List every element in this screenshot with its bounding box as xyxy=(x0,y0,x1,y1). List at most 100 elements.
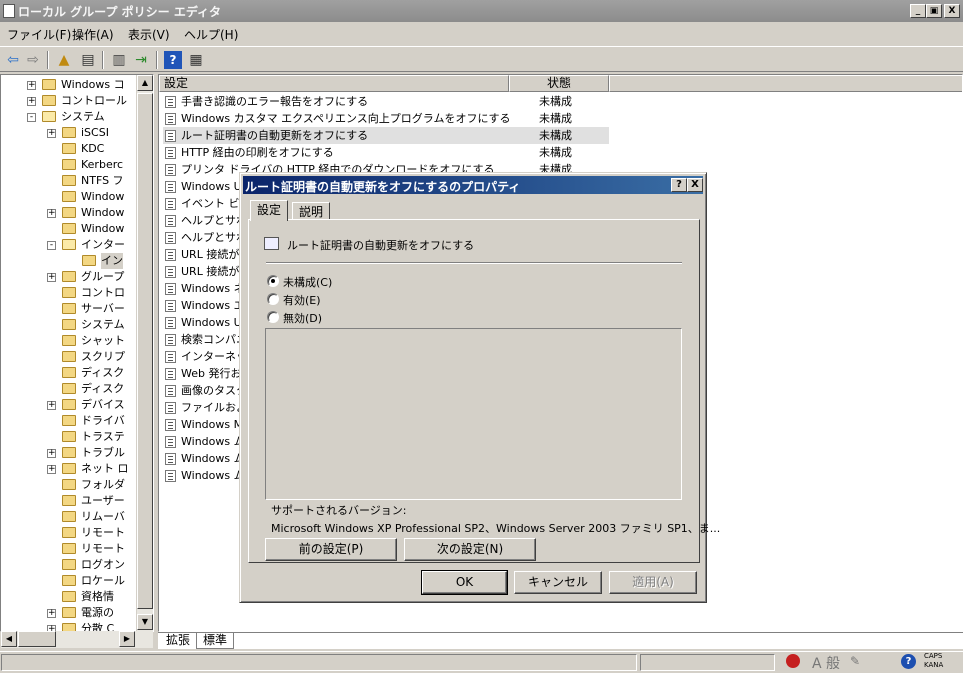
expand-icon[interactable]: + xyxy=(27,97,36,106)
tree-item[interactable]: イン xyxy=(1,253,141,269)
radio-disabled[interactable] xyxy=(267,311,279,323)
radio-not-configured-label[interactable]: 未構成(C) xyxy=(283,274,332,290)
collapse-icon[interactable]: - xyxy=(47,241,56,250)
minimize-button[interactable]: _ xyxy=(910,4,926,18)
tree-item[interactable]: + Window xyxy=(1,205,141,221)
window-title-bar[interactable]: ローカル グループ ポリシー エディタ _ ▣ X xyxy=(0,0,963,22)
next-setting-button[interactable]: 次の設定(N) xyxy=(404,538,536,561)
column-header-setting[interactable]: 設定 xyxy=(159,75,509,92)
scroll-thumb[interactable] xyxy=(137,93,153,609)
expand-icon[interactable]: + xyxy=(47,273,56,282)
scroll-left-icon[interactable]: ◀ xyxy=(1,631,17,647)
column-header-state[interactable]: 状態 xyxy=(509,75,609,92)
tree-item[interactable]: トラステ xyxy=(1,429,141,445)
expand-icon[interactable]: + xyxy=(47,465,56,474)
menu-file[interactable]: ファイル(F) xyxy=(7,26,71,43)
export-icon[interactable]: ⇥ xyxy=(132,51,150,69)
tab-extended[interactable]: 拡張 xyxy=(160,633,196,649)
show-hide-tree-icon[interactable]: ▤ xyxy=(79,51,97,69)
dialog-help-button[interactable]: ? xyxy=(671,178,687,192)
expand-icon[interactable]: + xyxy=(47,609,56,618)
radio-not-configured[interactable] xyxy=(267,275,279,287)
tree-item[interactable]: リモート xyxy=(1,525,141,541)
tree-item[interactable]: + iSCSI xyxy=(1,125,141,141)
tree-pane[interactable]: + Windows コ + コントロール - システム + iSCSI KDC Kerberc NT… xyxy=(0,74,154,632)
tree-item[interactable]: リモート xyxy=(1,541,141,557)
tab-settings[interactable]: 設定 xyxy=(250,200,289,221)
ok-button[interactable]: OK xyxy=(421,570,508,595)
restore-button[interactable]: ▣ xyxy=(926,4,942,18)
tree-vertical-scrollbar[interactable]: ▲ ▼ xyxy=(136,75,153,631)
scroll-down-icon[interactable]: ▼ xyxy=(137,614,153,630)
list-item[interactable]: HTTP 経由の印刷をオフにする 未構成 xyxy=(163,144,763,161)
menu-view[interactable]: 表示(V) xyxy=(128,26,170,43)
tree-item[interactable]: + ネット ロ xyxy=(1,461,141,477)
tree-item[interactable]: ログオン xyxy=(1,557,141,573)
tree-item[interactable]: Window xyxy=(1,189,141,205)
tree-item[interactable]: + コントロール xyxy=(1,93,141,109)
tab-standard[interactable]: 標準 xyxy=(196,633,235,649)
dialog-close-button[interactable]: X xyxy=(687,178,703,192)
radio-enabled[interactable] xyxy=(267,293,279,305)
tree-item[interactable]: フォルダ xyxy=(1,477,141,493)
scroll-up-icon[interactable]: ▲ xyxy=(137,75,153,91)
help-icon[interactable]: ? xyxy=(164,51,182,69)
tree-item[interactable]: - インター xyxy=(1,237,141,253)
tree-item[interactable]: リムーバ xyxy=(1,509,141,525)
cancel-button[interactable]: キャンセル xyxy=(514,571,602,594)
apply-button[interactable]: 適用(A) xyxy=(609,571,697,594)
tree-item[interactable]: サーバー xyxy=(1,301,141,317)
tree-item[interactable]: システム xyxy=(1,317,141,333)
tree-item[interactable]: Window xyxy=(1,221,141,237)
tree-item[interactable]: ロケール xyxy=(1,573,141,589)
collapse-icon[interactable]: - xyxy=(27,113,36,122)
tree-item[interactable]: + トラブル xyxy=(1,445,141,461)
scroll-thumb[interactable] xyxy=(18,631,56,647)
menu-action[interactable]: 操作(A) xyxy=(72,26,114,43)
expand-icon[interactable]: + xyxy=(27,81,36,90)
tree-item[interactable]: スクリプ xyxy=(1,349,141,365)
tree-item[interactable]: - システム xyxy=(1,109,141,125)
scroll-right-icon[interactable]: ▶ xyxy=(119,631,135,647)
properties-icon[interactable]: ▥ xyxy=(110,51,128,69)
tree-item[interactable]: ディスク xyxy=(1,365,141,381)
dialog-title-bar[interactable]: ルート証明書の自動更新をオフにするのプロパティ ? X xyxy=(243,176,703,194)
policy-setting-icon xyxy=(165,181,176,193)
tree-item[interactable]: + デバイス xyxy=(1,397,141,413)
list-item[interactable]: ルート証明書の自動更新をオフにする 未構成 xyxy=(163,127,609,144)
radio-disabled-label[interactable]: 無効(D) xyxy=(283,310,322,326)
list-item[interactable]: Windows カスタマ エクスペリエンス向上プログラムをオフにする 未構成 xyxy=(163,110,763,127)
ime-icon[interactable] xyxy=(786,654,800,668)
view-icon[interactable]: ▦ xyxy=(187,51,205,69)
tree-item[interactable]: シャット xyxy=(1,333,141,349)
tree-item[interactable]: KDC xyxy=(1,141,141,157)
ime-settings-icon[interactable]: ✎ xyxy=(850,654,860,668)
expand-icon[interactable]: + xyxy=(47,401,56,410)
tree-item[interactable]: コントロ xyxy=(1,285,141,301)
tree-item[interactable]: ドライバ xyxy=(1,413,141,429)
back-icon[interactable]: ⇦ xyxy=(4,51,22,69)
up-folder-icon[interactable]: ▲ xyxy=(55,51,73,69)
help-icon[interactable]: ? xyxy=(901,654,916,669)
list-item[interactable]: 手書き認識のエラー報告をオフにする 未構成 xyxy=(163,93,763,110)
tree-horizontal-scrollbar[interactable]: ◀ ▶ xyxy=(1,631,153,648)
expand-icon[interactable]: + xyxy=(47,209,56,218)
close-button[interactable]: X xyxy=(944,4,960,18)
tree-item[interactable]: ディスク xyxy=(1,381,141,397)
menu-help[interactable]: ヘルプ(H) xyxy=(184,26,238,43)
tree-item-label: 資格情 xyxy=(81,590,114,603)
expand-icon[interactable]: + xyxy=(47,129,56,138)
tree-item[interactable]: ユーザー xyxy=(1,493,141,509)
ime-mode[interactable]: A 般 xyxy=(812,653,840,673)
tree-item[interactable]: + グループ xyxy=(1,269,141,285)
tree-item[interactable]: + 電源の xyxy=(1,605,141,621)
tree-item[interactable]: 資格情 xyxy=(1,589,141,605)
tree-item[interactable]: NTFS フ xyxy=(1,173,141,189)
expand-icon[interactable]: + xyxy=(47,449,56,458)
tree-item[interactable]: Kerberc xyxy=(1,157,141,173)
forward-icon[interactable]: ⇨ xyxy=(24,51,42,69)
tab-explanation[interactable]: 説明 xyxy=(292,202,331,220)
previous-setting-button[interactable]: 前の設定(P) xyxy=(265,538,397,561)
tree-item[interactable]: + Windows コ xyxy=(1,77,141,93)
radio-enabled-label[interactable]: 有効(E) xyxy=(283,292,321,308)
